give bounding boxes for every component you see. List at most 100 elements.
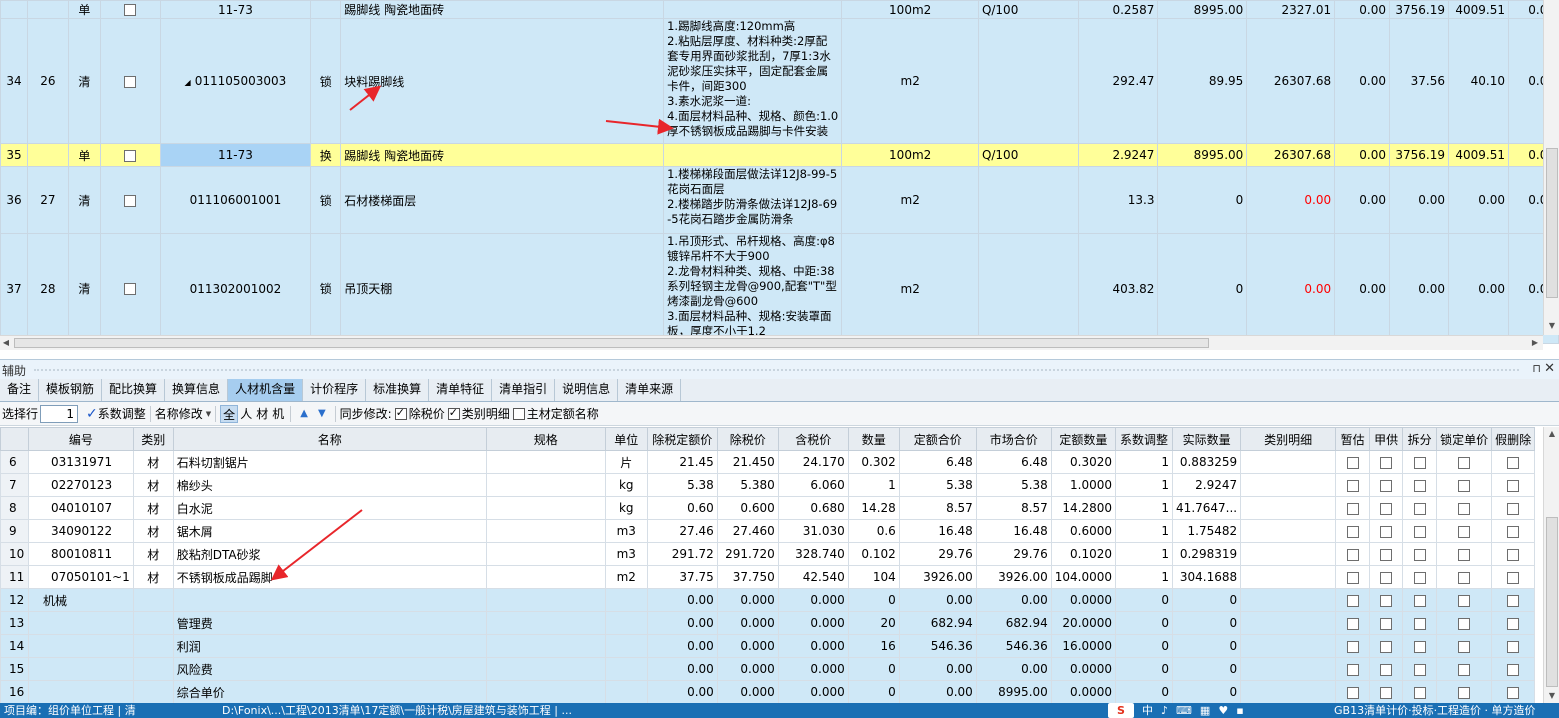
res-actual-qty[interactable]: 0.298319	[1172, 542, 1242, 566]
res-category-detail[interactable]	[1240, 565, 1337, 589]
soft-delete-checkbox[interactable]	[1507, 502, 1520, 515]
ime-menu-icon[interactable]: ▪	[1236, 703, 1243, 718]
res-quota-total[interactable]: 0.00	[898, 588, 977, 612]
res-price-inc-tax[interactable]: 42.540	[777, 565, 849, 589]
bottom-vertical-scrollbar[interactable]: ▲ ▼	[1543, 427, 1559, 703]
soft-delete-checkbox[interactable]	[1507, 686, 1520, 699]
res-quota-total[interactable]: 3926.00	[898, 565, 977, 589]
res-quantity[interactable]: 0.102	[847, 542, 900, 566]
owner-supplied-checkbox[interactable]	[1380, 525, 1393, 538]
col-header-category-detail[interactable]: 类别明细	[1240, 427, 1337, 451]
res-price-ex-tax[interactable]: 0.000	[716, 634, 779, 658]
res-unit[interactable]	[604, 634, 648, 658]
res-price-ex-tax[interactable]: 0.000	[716, 611, 779, 635]
res-actual-qty[interactable]: 0	[1172, 634, 1242, 658]
res-actual-qty[interactable]: 304.1688	[1172, 565, 1242, 589]
res-price-ex-tax[interactable]: 27.460	[716, 519, 779, 543]
res-quota-price[interactable]: 0.60	[646, 496, 718, 520]
res-quota-price[interactable]: 0.00	[646, 680, 718, 703]
row-checkbox[interactable]	[124, 149, 137, 162]
res-actual-qty[interactable]: 0	[1172, 611, 1242, 635]
resource-row-number[interactable]: 10	[0, 542, 29, 566]
res-price-ex-tax[interactable]: 5.380	[716, 473, 779, 497]
lock-price-checkbox[interactable]	[1458, 571, 1471, 584]
res-coef[interactable]: 0	[1115, 634, 1174, 658]
bill-row[interactable]: 37 28 清 011302001002 锁 吊顶天棚 1.吊顶形式、吊杆规格、…	[0, 233, 1559, 344]
res-category[interactable]	[132, 634, 174, 658]
res-spec[interactable]	[485, 542, 606, 566]
row-checkbox[interactable]	[124, 194, 137, 207]
resource-row-number[interactable]: 7	[0, 473, 29, 497]
res-category[interactable]: 材	[132, 496, 174, 520]
resource-row-number[interactable]: 14	[0, 634, 29, 658]
res-price-ex-tax[interactable]: 37.750	[716, 565, 779, 589]
row-name[interactable]: 吊顶天棚	[340, 233, 665, 344]
res-market-total[interactable]: 682.94	[975, 611, 1052, 635]
resource-row[interactable]: 9 34090122 材锯木屑 m3 27.46 27.460 31.030 0.6 16.48…	[0, 519, 1536, 543]
res-price-ex-tax[interactable]: 0.000	[716, 680, 779, 703]
res-quota-qty[interactable]: 0.0000	[1050, 680, 1117, 703]
col-header-quota-price-ex-tax[interactable]: 除税定额价	[646, 427, 718, 451]
resource-row-number[interactable]: 8	[0, 496, 29, 520]
res-market-total[interactable]: 0.00	[975, 588, 1052, 612]
tab-bill-guide[interactable]: 清单指引	[492, 379, 556, 401]
res-price-inc-tax[interactable]: 328.740	[777, 542, 849, 566]
res-actual-qty[interactable]: 2.9247	[1172, 473, 1242, 497]
lock-price-checkbox[interactable]	[1458, 686, 1471, 699]
res-actual-qty[interactable]: 0	[1172, 680, 1242, 703]
res-quota-total[interactable]: 682.94	[898, 611, 977, 635]
res-price-ex-tax[interactable]: 0.000	[716, 657, 779, 681]
bottom-vertical-scroll-thumb[interactable]	[1546, 517, 1558, 687]
bill-row[interactable]: 36 27 清 011106001001 锁 石材楼梯面层 1.楼梯梯段面层做法…	[0, 166, 1559, 234]
lock-price-checkbox[interactable]	[1458, 548, 1471, 561]
col-header-market-total[interactable]: 市场合价	[975, 427, 1052, 451]
filter-machine-button[interactable]: 机	[270, 405, 286, 423]
res-price-ex-tax[interactable]: 21.450	[716, 450, 779, 474]
col-header-unit[interactable]: 单位	[604, 427, 648, 451]
res-quota-qty[interactable]: 1.0000	[1050, 473, 1117, 497]
res-price-inc-tax[interactable]: 6.060	[777, 473, 849, 497]
resource-row[interactable]: 15 风险费 0.00 0.000 0.000 0 0.00 0.00 0.0000 0 0	[0, 657, 1536, 681]
scroll-right-arrow-icon[interactable]: ▶	[1529, 336, 1541, 350]
res-unit[interactable]: kg	[604, 496, 648, 520]
res-quota-qty[interactable]: 0.6000	[1050, 519, 1117, 543]
res-category[interactable]: 材	[132, 473, 174, 497]
res-code[interactable]: 80010811	[28, 542, 134, 566]
res-coef[interactable]: 0	[1115, 657, 1174, 681]
split-checkbox[interactable]	[1413, 640, 1426, 653]
res-category-detail[interactable]	[1240, 473, 1337, 497]
res-quota-total[interactable]: 546.36	[898, 634, 977, 658]
tab-bill-features[interactable]: 清单特征	[429, 379, 493, 401]
res-unit[interactable]: m2	[604, 565, 648, 589]
res-quantity[interactable]: 14.28	[847, 496, 900, 520]
res-category[interactable]	[132, 588, 174, 612]
scroll-left-arrow-icon[interactable]: ◀	[0, 336, 12, 350]
ime-keyboard-icon[interactable]: ⌨	[1176, 703, 1192, 718]
col-header-quota-qty[interactable]: 定额数量	[1050, 427, 1117, 451]
provisional-checkbox[interactable]	[1346, 456, 1359, 469]
res-coef[interactable]: 0	[1115, 611, 1174, 635]
res-category[interactable]	[132, 657, 174, 681]
res-name[interactable]: 棉纱头	[172, 473, 487, 497]
provisional-checkbox[interactable]	[1346, 502, 1359, 515]
resource-row-number[interactable]: 12	[0, 588, 29, 612]
res-market-total[interactable]: 8995.00	[975, 680, 1052, 703]
res-category-detail[interactable]	[1240, 496, 1337, 520]
res-spec[interactable]	[485, 450, 606, 474]
res-category[interactable]	[132, 680, 174, 703]
ime-punctuation-icon[interactable]: ♪	[1161, 703, 1168, 718]
scroll-down-arrow-icon[interactable]: ▼	[1544, 319, 1559, 333]
owner-supplied-checkbox[interactable]	[1380, 548, 1393, 561]
owner-supplied-checkbox[interactable]	[1380, 617, 1393, 630]
res-unit[interactable]: kg	[604, 473, 648, 497]
row-name[interactable]: 踢脚线 陶瓷地面砖	[340, 143, 665, 167]
filter-material-button[interactable]: 材	[254, 405, 270, 423]
res-quota-price[interactable]: 0.00	[646, 611, 718, 635]
res-market-total[interactable]: 0.00	[975, 657, 1052, 681]
res-spec[interactable]	[485, 588, 606, 612]
res-coef[interactable]: 1	[1115, 473, 1174, 497]
col-header-price-inc-tax[interactable]: 含税价	[777, 427, 849, 451]
provisional-checkbox[interactable]	[1346, 663, 1359, 676]
owner-supplied-checkbox[interactable]	[1380, 663, 1393, 676]
resource-row[interactable]: 7 02270123 材棉纱头 kg 5.38 5.380 6.060 1 5.38 5.38 1.…	[0, 473, 1536, 497]
